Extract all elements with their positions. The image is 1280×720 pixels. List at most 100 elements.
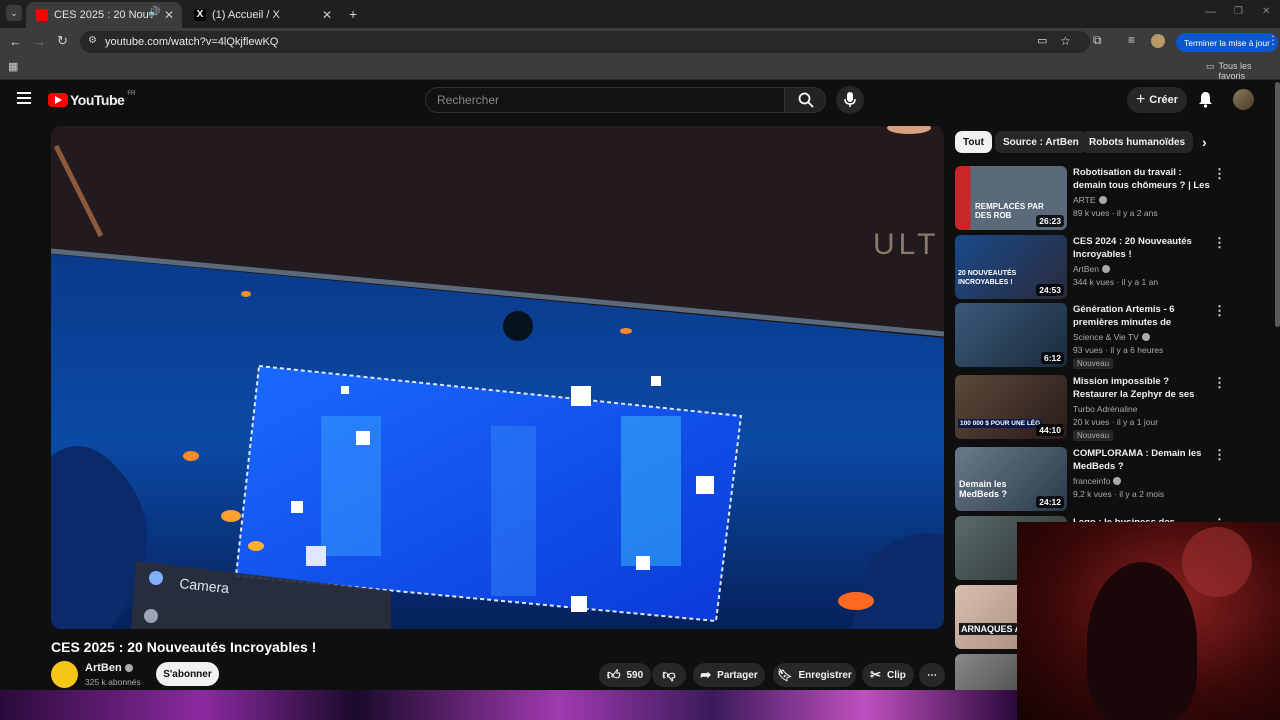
tab-search-icon[interactable]: ⌄ xyxy=(6,5,22,21)
channel-avatar[interactable] xyxy=(51,661,78,688)
verified-icon xyxy=(1102,265,1110,273)
video-thumbnail[interactable]: REMPLACÉS PAR DES ROB 26:23 xyxy=(955,166,1067,230)
all-bookmarks-folder[interactable]: ▭ Tous les favoris xyxy=(1206,61,1280,81)
close-tab-icon[interactable]: ✕ xyxy=(164,8,174,22)
thumbnail-text: Demain les MedBeds ? xyxy=(959,479,1008,499)
back-icon[interactable]: ← xyxy=(9,34,22,49)
all-bookmarks-label: Tous les favoris xyxy=(1218,61,1252,81)
new-badge: Nouveau xyxy=(1073,358,1114,369)
recommendation-meta: 20 k vues · il y a 1 jour xyxy=(1073,417,1159,427)
chip-source[interactable]: Source : ArtBen xyxy=(995,131,1087,153)
channel-name-text: ArtBen xyxy=(85,662,122,674)
recommendation-item[interactable]: Demain les MedBeds ? 24:12 COMPLORAMA : … xyxy=(955,447,1255,511)
search-icon xyxy=(798,92,814,108)
extensions-icon[interactable]: ⧉ xyxy=(1093,33,1102,48)
tab-title: CES 2025 : 20 Nouveautés I xyxy=(54,9,154,21)
video-thumbnail[interactable]: Demain les MedBeds ? 24:12 xyxy=(955,447,1067,511)
chip-robots[interactable]: Robots humanoïdes xyxy=(1081,131,1194,153)
recommendation-channel[interactable]: ARTE xyxy=(1073,195,1107,205)
verified-icon xyxy=(1098,196,1107,204)
video-duration: 24:53 xyxy=(1036,284,1064,296)
reload-icon[interactable]: ↻ xyxy=(57,33,68,49)
video-duration: 6:12 xyxy=(1040,352,1064,364)
thumbs-down-icon: 👎︎ xyxy=(662,667,676,682)
notifications-icon[interactable] xyxy=(1198,91,1213,113)
new-tab-icon[interactable]: + xyxy=(349,6,357,22)
more-vertical-icon[interactable]: ⋮ xyxy=(1213,447,1226,463)
apps-grid-icon[interactable]: ▦ xyxy=(8,60,18,73)
recommendation-channel[interactable]: Science & Vie TV xyxy=(1073,332,1150,342)
update-button[interactable]: Terminer la mise à jour xyxy=(1176,33,1278,52)
subscribe-button[interactable]: S'abonner xyxy=(156,662,219,686)
video-player[interactable]: Camera ULT xyxy=(51,126,944,629)
recommendation-channel[interactable]: Turbo Adrénaline xyxy=(1073,404,1137,414)
channel-name[interactable]: ArtBen xyxy=(85,662,133,674)
share-button[interactable]: ➦ Partager xyxy=(693,663,765,687)
search-button[interactable] xyxy=(784,87,826,113)
youtube-play-logo-icon xyxy=(48,93,68,107)
more-menu-icon[interactable]: ⋮ xyxy=(1267,33,1279,47)
search-input[interactable]: Rechercher xyxy=(425,87,785,113)
close-tab-icon[interactable]: ✕ xyxy=(322,8,332,22)
channel-text: ArtBen xyxy=(1073,264,1099,274)
recommendation-title[interactable]: Robotisation du travail : demain tous ch… xyxy=(1073,166,1213,193)
tab-youtube[interactable]: CES 2025 : 20 Nouveautés I 🔊 ✕ xyxy=(26,2,182,28)
share-label: Partager xyxy=(717,669,758,681)
webcam-light xyxy=(1182,527,1252,597)
url-bar[interactable]: ⚙ youtube.com/watch?v=4lQkjflewKQ ▭ ☆ xyxy=(80,31,1090,53)
chevron-right-icon[interactable]: › xyxy=(1202,134,1207,150)
account-avatar[interactable] xyxy=(1233,89,1254,110)
page-scrollbar[interactable] xyxy=(1275,82,1280,327)
chip-all[interactable]: Tout xyxy=(955,131,992,153)
subscriber-count: 325 k abonnés xyxy=(85,677,141,687)
close-window-icon[interactable]: ✕ xyxy=(1262,6,1270,17)
forward-icon[interactable]: → xyxy=(33,34,46,49)
youtube-favicon-icon xyxy=(36,9,48,21)
video-thumbnail[interactable]: 20 NOUVEAUTÉS INCROYABLES ! 24:53 xyxy=(955,235,1067,299)
profile-avatar[interactable] xyxy=(1151,34,1165,48)
speaker-icon[interactable]: 🔊 xyxy=(148,7,160,18)
recommendation-title[interactable]: CES 2024 : 20 Nouveautés Incroyables ! xyxy=(1073,235,1213,261)
more-horizontal-icon: ⋯ xyxy=(927,669,937,681)
media-control-icon[interactable]: ≡ xyxy=(1128,33,1135,47)
more-actions-button[interactable]: ⋯ xyxy=(919,663,945,687)
tab-x[interactable]: X (1) Accueil / X ✕ xyxy=(184,2,340,28)
recommendation-title[interactable]: Génération Artemis - 6 premières minutes… xyxy=(1073,303,1213,330)
more-vertical-icon[interactable]: ⋮ xyxy=(1213,375,1226,391)
dislike-button[interactable]: 👎︎ xyxy=(652,663,686,687)
recommendation-channel[interactable]: ArtBen xyxy=(1073,264,1110,274)
menu-icon[interactable] xyxy=(17,92,31,104)
folder-icon: ▭ xyxy=(1206,61,1215,71)
youtube-logo[interactable]: YouTube FR xyxy=(48,91,135,108)
recommendation-item[interactable]: 6:12 Génération Artemis - 6 premières mi… xyxy=(955,303,1255,369)
like-button[interactable]: 👍︎ 590 xyxy=(599,663,651,687)
more-vertical-icon[interactable]: ⋮ xyxy=(1213,303,1226,319)
more-vertical-icon[interactable]: ⋮ xyxy=(1213,235,1226,251)
site-info-icon[interactable]: ⚙ xyxy=(88,35,97,46)
recommendation-item[interactable]: 100 000 $ POUR UNE LÉG 44:10 Mission imp… xyxy=(955,375,1255,441)
recommendation-item[interactable]: 20 NOUVEAUTÉS INCROYABLES ! 24:53 CES 20… xyxy=(955,235,1255,299)
thumbnail-text: 20 NOUVEAUTÉS INCROYABLES ! xyxy=(958,270,1017,286)
video-thumbnail[interactable]: 6:12 xyxy=(955,303,1067,367)
cast-icon[interactable]: ▭ xyxy=(1037,34,1047,47)
logo-text: YouTube xyxy=(70,92,125,108)
recommendation-channel[interactable]: franceinfo xyxy=(1073,476,1122,486)
voice-search-button[interactable] xyxy=(836,86,864,114)
recommendation-title[interactable]: Mission impossible ? Restaurer la Zephyr… xyxy=(1073,375,1213,402)
video-title: CES 2025 : 20 Nouveautés Incroyables ! xyxy=(51,639,317,655)
tab-title: (1) Accueil / X xyxy=(212,9,280,21)
save-button[interactable]: 🔖︎ Enregistrer xyxy=(773,663,856,687)
recommendation-item[interactable]: REMPLACÉS PAR DES ROB 26:23 Robotisation… xyxy=(955,166,1255,230)
webcam-overlay xyxy=(1017,522,1280,720)
minimize-icon[interactable]: — xyxy=(1205,6,1216,18)
restore-icon[interactable]: ❐ xyxy=(1234,6,1243,17)
bookmark-star-icon[interactable]: ☆ xyxy=(1060,34,1071,48)
more-vertical-icon[interactable]: ⋮ xyxy=(1213,166,1226,182)
recommendation-meta: 9,2 k vues · il y a 2 mois xyxy=(1073,489,1165,499)
recommendation-title[interactable]: COMPLORAMA : Demain les MedBeds ? xyxy=(1073,447,1213,473)
clip-button[interactable]: ✂ Clip xyxy=(862,663,914,687)
microphone-icon xyxy=(844,92,856,107)
recommendation-meta: 344 k vues · il y a 1 an xyxy=(1073,277,1159,287)
create-button[interactable]: + Créer xyxy=(1127,87,1187,113)
video-thumbnail[interactable]: 100 000 $ POUR UNE LÉG 44:10 xyxy=(955,375,1067,439)
